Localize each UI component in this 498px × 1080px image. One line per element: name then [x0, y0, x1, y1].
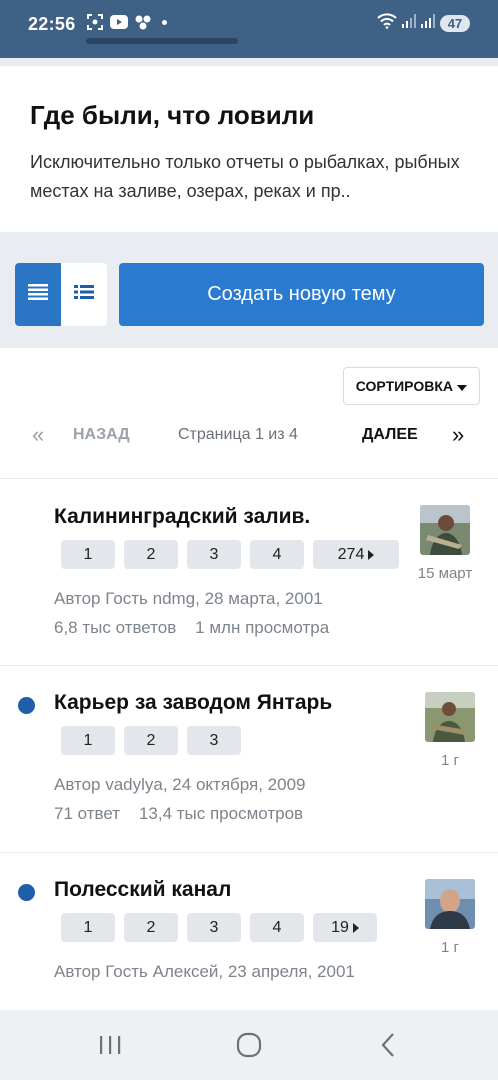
page-chip-label: 19 [331, 918, 349, 936]
topic-pages: 1 2 3 [61, 726, 241, 755]
home-icon [236, 1032, 262, 1058]
topic-author: Автор Гость Алексей, 23 апреля, 2001 [54, 962, 355, 981]
topic-meta: Автор Гость Алексей, 23 апреля, 2001 [54, 957, 374, 986]
topic-meta: Автор vadylya, 24 октября, 2009 71 ответ… [54, 770, 374, 828]
back-icon [381, 1033, 394, 1057]
page-chip[interactable]: 1 [61, 540, 115, 569]
page-chip[interactable]: 2 [124, 726, 178, 755]
youtube-icon [110, 14, 128, 30]
forum-header: Где были, что ловили Исключительно тольк… [0, 66, 498, 232]
topic-pages: 1 2 3 4 274 [61, 540, 399, 569]
topic-title[interactable]: Калининградский залив. [54, 505, 310, 529]
last-page-icon[interactable]: » [452, 422, 464, 448]
topic-views: 1 млн просмотра [195, 618, 330, 637]
avatar[interactable] [425, 879, 475, 929]
topic-replies: 71 ответ [54, 804, 121, 823]
signal-icon [402, 14, 416, 33]
apps-icon [134, 14, 152, 30]
sort-button[interactable]: СОРТИРОВКА [342, 367, 480, 405]
list-icon [74, 284, 94, 305]
page-chip[interactable]: 3 [187, 726, 241, 755]
first-page-icon[interactable]: « [32, 422, 44, 448]
screenshot-icon [86, 14, 104, 30]
wifi-icon [377, 13, 397, 34]
forum-title: Где были, что ловили [30, 100, 315, 130]
page-chip[interactable]: 4 [250, 913, 304, 942]
last-post-time: 1 г [441, 752, 459, 769]
next-page-link[interactable]: ДАЛЕЕ [362, 426, 418, 444]
create-topic-button[interactable]: Создать новую тему [119, 263, 484, 326]
topic-row[interactable]: Карьер за заводом Янтарь 1 2 3 Автор vad… [0, 666, 498, 852]
topic-author: Автор Гость ndmg, 28 марта, 2001 [54, 589, 323, 608]
page-chip-label: 274 [337, 545, 365, 563]
page-chip-last[interactable]: 19 [313, 913, 377, 942]
page-chip[interactable]: 1 [61, 726, 115, 755]
status-icons-right: 47 [377, 13, 470, 34]
status-bar: 22:56 47 [0, 0, 498, 58]
topic-meta: Автор Гость ndmg, 28 марта, 2001 6,8 тыс… [54, 584, 374, 642]
page-info: Страница 1 из 4 [178, 426, 298, 443]
sort-label: СОРТИРОВКА [355, 378, 453, 394]
back-button[interactable] [368, 1030, 408, 1060]
caret-down-icon [457, 378, 467, 394]
last-post-time: 1 г [441, 939, 459, 956]
topic-row[interactable]: Калининградский залив. 1 2 3 4 274 Автор… [0, 479, 498, 665]
notification-dot [162, 19, 167, 25]
unread-indicator [18, 884, 35, 901]
topic-replies: 6,8 тыс ответов [54, 618, 177, 637]
status-progress-pill [86, 38, 238, 44]
avatar[interactable] [420, 505, 470, 555]
recent-apps-button[interactable] [90, 1030, 130, 1060]
status-time: 22:56 [28, 14, 76, 34]
home-button[interactable] [229, 1030, 269, 1060]
unread-indicator [18, 697, 35, 714]
signal-icon [421, 14, 435, 33]
page-chip[interactable]: 4 [250, 540, 304, 569]
topic-pages: 1 2 3 4 19 [61, 913, 377, 942]
prev-page-link[interactable]: НАЗАД [73, 426, 130, 444]
page-chip-last[interactable]: 274 [313, 540, 399, 569]
caret-right-icon [352, 922, 359, 933]
topic-title[interactable]: Карьер за заводом Янтарь [54, 691, 332, 715]
forum-description: Исключительно только отчеты о рыбалках, … [30, 152, 460, 201]
topic-author: Автор vadylya, 24 октября, 2009 [54, 775, 306, 794]
page-chip[interactable]: 1 [61, 913, 115, 942]
topic-title[interactable]: Полесский канал [54, 878, 231, 902]
page-chip[interactable]: 2 [124, 913, 178, 942]
view-list-button[interactable] [61, 263, 107, 326]
system-nav-bar [0, 1010, 498, 1080]
recents-icon [100, 1036, 121, 1054]
battery-level: 47 [440, 15, 470, 32]
list-dense-icon [28, 284, 48, 305]
topic-list: СОРТИРОВКА « НАЗАД Страница 1 из 4 ДАЛЕЕ… [0, 348, 498, 1010]
topic-stats: 6,8 тыс ответов 1 млн просмотра [54, 613, 374, 642]
avatar[interactable] [425, 692, 475, 742]
topic-views: 13,4 тыс просмотров [138, 804, 304, 823]
view-dense-button[interactable] [15, 263, 61, 326]
last-post-time: 15 март [417, 565, 473, 582]
caret-right-icon [368, 549, 375, 560]
pagination: « НАЗАД Страница 1 из 4 ДАЛЕЕ » [0, 422, 498, 450]
page-chip[interactable]: 3 [187, 913, 241, 942]
status-icons-left [86, 14, 167, 30]
topic-row[interactable]: Полесский канал 1 2 3 4 19 Автор Гость А… [0, 853, 498, 1010]
topic-stats: 71 ответ 13,4 тыс просмотров [54, 799, 374, 828]
page-chip[interactable]: 2 [124, 540, 178, 569]
page-chip[interactable]: 3 [187, 540, 241, 569]
